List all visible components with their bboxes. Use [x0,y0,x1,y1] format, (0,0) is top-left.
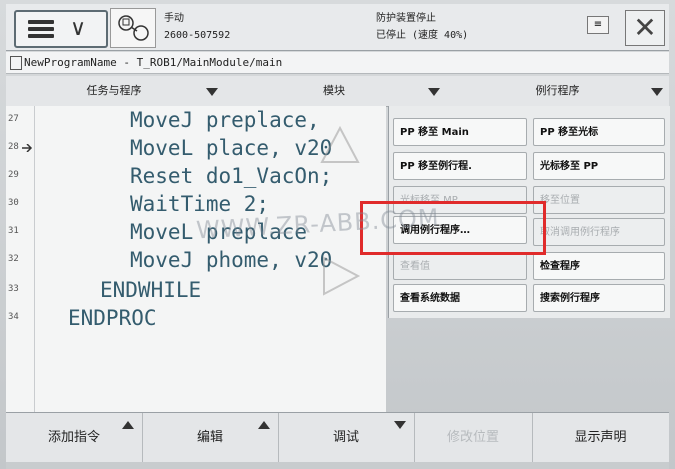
tab-tasks-label: 任务与程序 [86,84,142,97]
cursor-to-pp-button[interactable]: 光标移至 PP [533,152,665,180]
bottom-toolbar: 添加指令 编辑 调试 修改位置 显示声明 [6,412,669,463]
editor-header: 任务与程序 模块 例行程序 [6,76,669,107]
tab-tasks-and-programs[interactable]: 任务与程序 [6,76,222,106]
line-number: 30 [8,198,19,208]
code-line[interactable]: WaitTime 2; [130,192,269,216]
view-system-data-button[interactable]: 查看系统数据 [393,284,527,312]
robot-status-icon[interactable] [110,8,156,48]
code-line[interactable]: MoveL place, v20 [130,136,332,160]
tab-modules[interactable]: 模块 [222,76,446,106]
speed-status: 已停止 (速度 40%) [376,30,469,41]
search-routine-button[interactable]: 搜索例行程序 [533,284,665,312]
flexpendant-screen: ∨ 手动 2600-507592 防护装置停止 已停止 (速度 40%) ≡ ✕… [0,0,675,469]
tab-routines-label: 例行程序 [535,84,580,97]
hamburger-icon [28,20,54,38]
line-number: 31 [8,226,19,236]
debug-button[interactable]: 调试 [278,413,415,463]
tab-modules-label: 模块 [323,84,345,97]
check-program-button[interactable]: 检查程序 [533,252,665,280]
line-number: 32 [8,254,19,264]
line-number: 27 [8,114,19,124]
chevron-down-icon [206,88,218,96]
chevron-down-icon [651,88,663,96]
chevron-up-icon [258,421,270,429]
close-button[interactable]: ✕ [625,10,665,46]
line-number: 29 [8,170,19,180]
line-number: 34 [8,312,19,322]
watermark-triangle-icon [323,256,361,296]
watermark-triangle-icon [320,125,360,163]
chevron-down-icon [394,421,406,429]
line-gutter: 27 28 29 30 31 32 33 34 [6,106,35,412]
program-pointer-arrow-icon [22,144,33,152]
main-menu-button[interactable]: ∨ [14,10,108,48]
code-line[interactable]: MoveJ phome, v20 [130,248,332,272]
line-number: 33 [8,284,19,294]
code-line[interactable]: ENDPROC [68,306,157,330]
edit-button[interactable]: 编辑 [142,413,279,463]
pp-to-main-button[interactable]: PP 移至 Main [393,118,527,146]
pp-to-routine-button[interactable]: PP 移至例行程. [393,152,527,180]
view-value-button[interactable]: 查看值 [393,252,527,280]
tab-routines[interactable]: 例行程序 [446,76,669,106]
document-icon [10,56,22,70]
program-path-bar: NewProgramName - T_ROB1/MainModule/main [6,52,669,74]
chevron-down-icon [428,88,440,96]
code-line[interactable]: MoveJ preplace, [130,108,320,132]
safety-status: 防护装置停止 [376,13,436,24]
program-path: NewProgramName - T_ROB1/MainModule/main [24,56,283,69]
code-line[interactable]: Reset do1_VacOn; [130,164,332,188]
modify-position-button[interactable]: 修改位置 [414,413,533,463]
pp-to-cursor-button[interactable]: PP 移至光标 [533,118,665,146]
add-instruction-button[interactable]: 添加指令 [6,413,143,463]
debug-label: 调试 [332,430,359,445]
edit-label: 编辑 [196,430,223,445]
chevron-up-icon [122,421,134,429]
mode-label: 手动 [164,13,184,24]
run-status: 防护装置停止 已停止 (速度 40%) [376,10,468,44]
line-number: 28 [8,142,19,152]
mode-status: 手动 2600-507592 [164,10,230,44]
status-bar: ∨ 手动 2600-507592 防护装置停止 已停止 (速度 40%) ≡ ✕ [6,4,669,51]
code-line[interactable]: ENDWHILE [100,278,201,302]
add-instruction-label: 添加指令 [47,430,100,445]
show-declaration-button[interactable]: 显示声明 [532,413,669,463]
chevron-down-icon: ∨ [70,16,87,41]
quickset-icon[interactable]: ≡ [587,16,609,34]
move-to-position-button[interactable]: 移至位置 [533,186,665,214]
controller-id: 2600-507592 [164,30,231,41]
taskbar [6,462,669,469]
cancel-call-routine-button[interactable]: 取消调用例行程序 [533,218,665,246]
